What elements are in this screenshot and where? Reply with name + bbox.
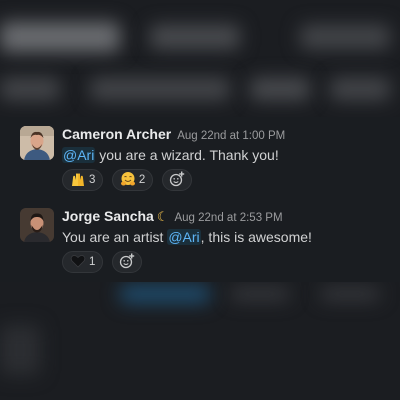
- add-reaction-button[interactable]: [111, 251, 142, 273]
- hugging-face-icon: [120, 172, 135, 186]
- message-text: @Ari you are a wizard. Thank you!: [62, 147, 279, 163]
- message-text-after: you are a wizard. Thank you!: [95, 147, 279, 163]
- reaction-count: 2: [138, 174, 146, 186]
- raised-hands-icon: [72, 173, 84, 186]
- user-mention[interactable]: @Ari: [62, 147, 96, 163]
- message-text-after: , this is awesome!: [200, 229, 312, 245]
- user-mention[interactable]: @Ari: [167, 229, 201, 245]
- add-emoji-icon: [119, 253, 135, 269]
- avatar[interactable]: [20, 126, 54, 160]
- reactions: 1: [62, 251, 146, 273]
- reaction-pill[interactable]: 3: [62, 169, 104, 191]
- black-heart-icon: [70, 255, 86, 268]
- author-name[interactable]: Jorge Sancha: [62, 208, 154, 224]
- author-name[interactable]: Cameron Archer: [62, 126, 171, 142]
- timestamp[interactable]: Aug 22nd at 1:00 PM: [177, 130, 285, 142]
- reaction-pill[interactable]: 1: [62, 251, 104, 273]
- reactions: 3 2: [62, 169, 196, 191]
- message-text-before: You are an artist: [62, 229, 168, 245]
- reaction-count: 1: [89, 256, 96, 268]
- reaction-count: 3: [89, 174, 96, 186]
- crescent-moon-icon[interactable]: ☾: [157, 209, 169, 224]
- message-thread: Cameron Archer Aug 22nd at 1:00 PM @Ari y…: [0, 117, 400, 282]
- add-emoji-icon: [169, 171, 184, 187]
- avatar[interactable]: [20, 208, 54, 242]
- message-text: You are an artist @Ari, this is awesome!: [62, 229, 312, 245]
- reaction-pill[interactable]: 2: [111, 169, 154, 191]
- timestamp[interactable]: Aug 22nd at 2:53 PM: [174, 212, 282, 224]
- add-reaction-button[interactable]: [161, 169, 192, 191]
